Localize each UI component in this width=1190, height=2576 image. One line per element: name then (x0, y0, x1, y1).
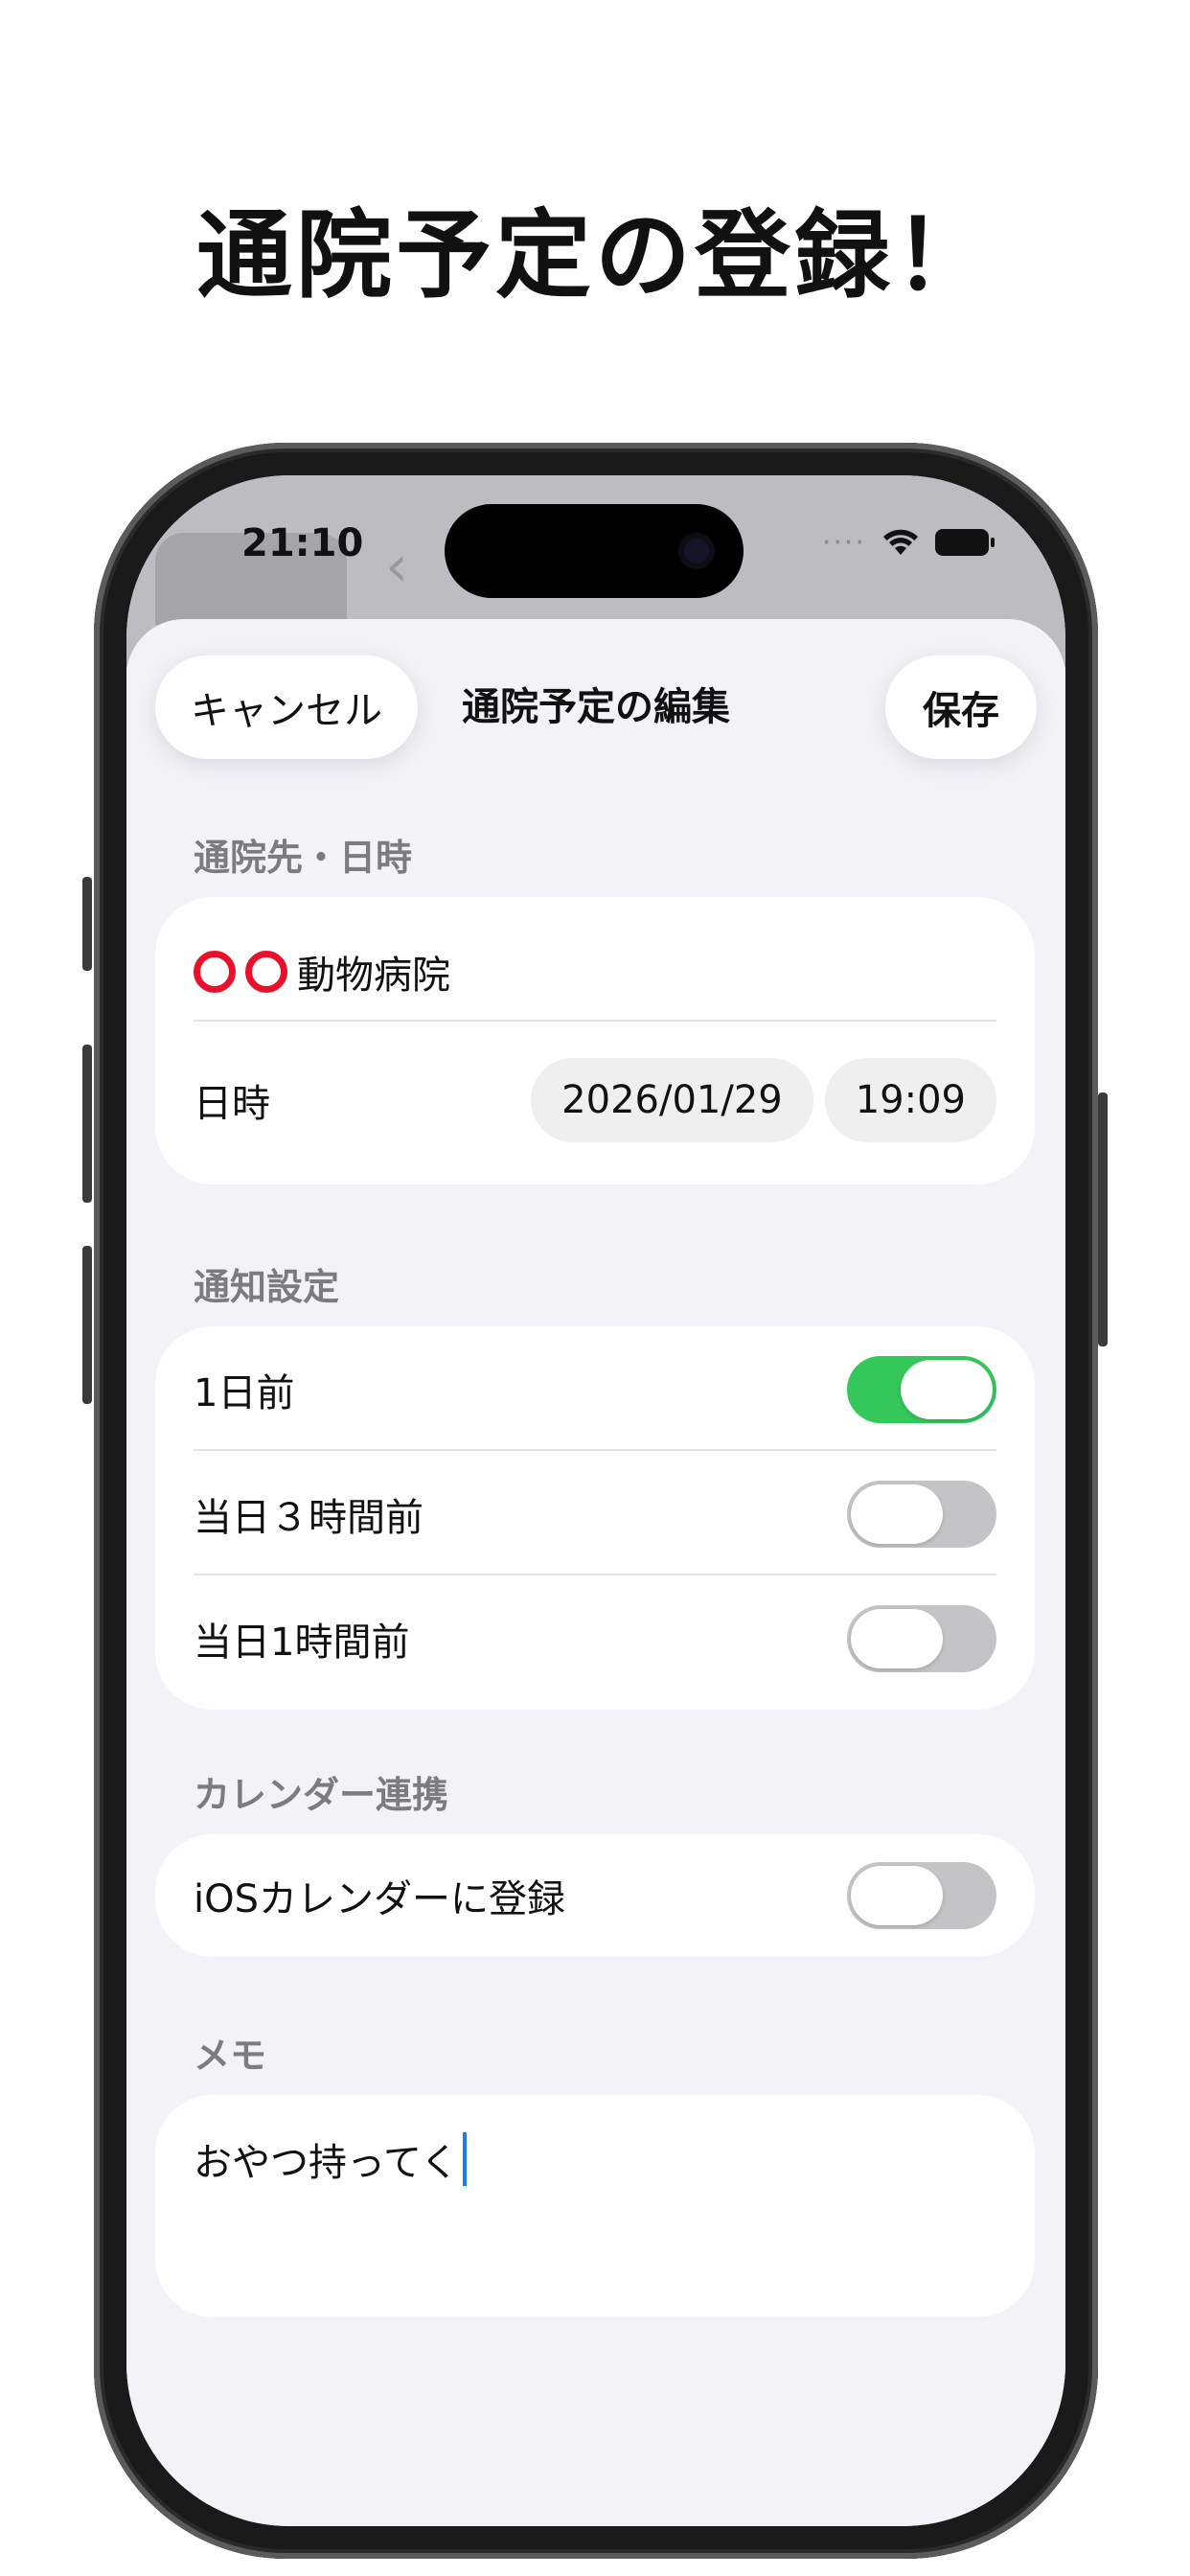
phone-frame: ‹ 21:10 ···· キャンセル 通院予定の編集 保存 通院先・日時 動物病… (94, 443, 1098, 2559)
status-icons: ···· (821, 523, 995, 562)
ios-calendar-toggle[interactable] (847, 1862, 996, 1929)
dynamic-island (445, 504, 744, 598)
memo-field[interactable]: おやつ持ってく (155, 2095, 1035, 2317)
hospital-name: 動物病院 (297, 954, 450, 998)
memo-value: おやつ持ってく (194, 2141, 459, 2185)
divider (194, 1449, 996, 1451)
notification-label: 当日1時間前 (194, 1621, 410, 1665)
datetime-label: 日時 (194, 1082, 270, 1126)
circle-mark-icon (245, 951, 287, 993)
visit-section-header: 通院先・日時 (194, 837, 413, 879)
notification-card: 1日前 当日３時間前 当日1時間前 (155, 1326, 1035, 1710)
notification-row: 当日３時間前 (194, 1470, 996, 1558)
calendar-label: iOSカレンダーに登録 (194, 1877, 565, 1921)
calendar-card: iOSカレンダーに登録 (155, 1834, 1035, 1957)
wifi-icon (883, 529, 918, 555)
date-picker-button[interactable]: 2026/01/29 (531, 1058, 813, 1142)
notification-label: 当日３時間前 (194, 1496, 423, 1540)
signal-dots-icon: ···· (821, 525, 866, 560)
notify-1hour-toggle[interactable] (847, 1605, 996, 1672)
memo-text[interactable]: おやつ持ってく (194, 2131, 467, 2187)
datetime-chips: 2026/01/29 19:09 (531, 1058, 996, 1142)
notification-row: 1日前 (194, 1346, 996, 1434)
hospital-field[interactable]: 動物病院 (194, 944, 450, 1000)
toggle-knob (851, 1866, 943, 1925)
notification-label: 1日前 (194, 1371, 295, 1415)
notification-section-header: 通知設定 (194, 1266, 340, 1308)
calendar-section-header: カレンダー連携 (194, 1774, 449, 1816)
toggle-knob (851, 1484, 943, 1544)
power-button (1098, 1092, 1108, 1346)
notification-row: 当日1時間前 (194, 1595, 996, 1683)
back-chevron-icon: ‹ (385, 533, 408, 600)
action-button (82, 877, 92, 971)
save-button[interactable]: 保存 (885, 656, 1037, 759)
battery-icon (935, 529, 995, 556)
volume-down-button (82, 1246, 92, 1404)
divider (194, 1574, 996, 1576)
notify-3hours-toggle[interactable] (847, 1481, 996, 1548)
promo-headline: 通院予定の登録！ (196, 199, 994, 311)
hospital-row[interactable]: 動物病院 (194, 924, 996, 1020)
notify-1day-toggle[interactable] (847, 1356, 996, 1423)
datetime-row: 日時 2026/01/29 19:09 (194, 1041, 996, 1160)
status-time: 21:10 (241, 521, 364, 565)
edit-sheet: キャンセル 通院予定の編集 保存 通院先・日時 動物病院 日時 2026/01/… (126, 619, 1065, 2526)
circle-mark-icon (194, 951, 236, 993)
front-camera (678, 533, 715, 569)
divider (194, 1020, 996, 1022)
memo-section-header: メモ (194, 2035, 267, 2077)
toggle-knob (901, 1360, 993, 1419)
phone-screen: ‹ 21:10 ···· キャンセル 通院予定の編集 保存 通院先・日時 動物病… (126, 475, 1065, 2526)
visit-card: 動物病院 日時 2026/01/29 19:09 (155, 897, 1035, 1184)
calendar-row: iOSカレンダーに登録 (194, 1852, 996, 1940)
time-picker-button[interactable]: 19:09 (824, 1058, 996, 1142)
text-cursor (462, 2132, 467, 2186)
sheet-title: 通院予定の編集 (462, 685, 730, 729)
volume-up-button (82, 1045, 92, 1203)
toggle-knob (851, 1609, 943, 1668)
